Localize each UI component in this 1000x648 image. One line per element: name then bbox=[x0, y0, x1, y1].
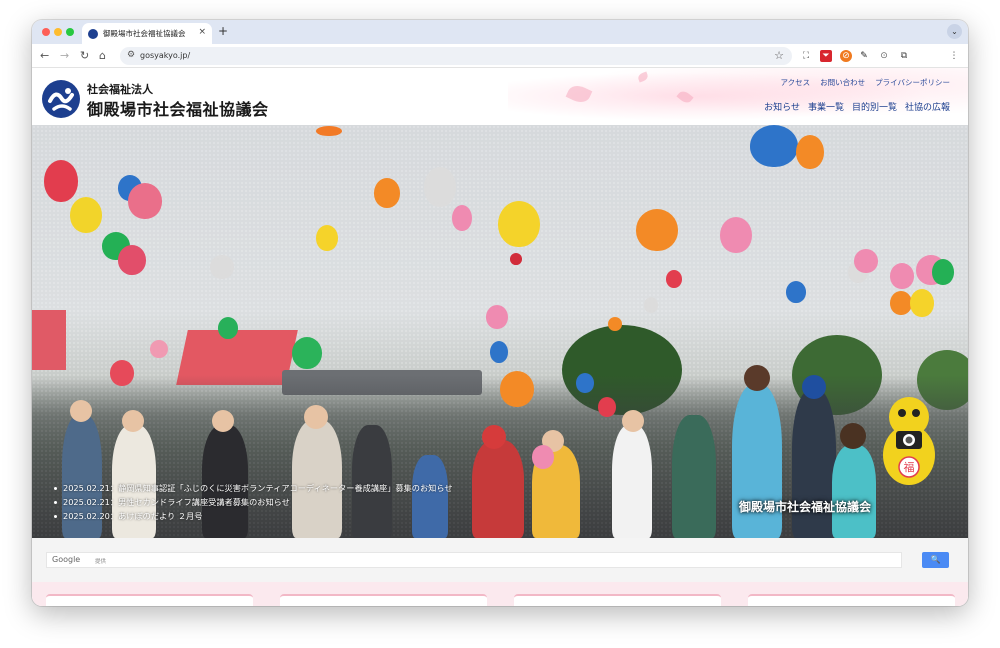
nav-item-news[interactable]: お知らせ bbox=[764, 100, 800, 113]
hero-caption: 御殿場市社会福祉協議会 bbox=[739, 500, 872, 514]
util-link-contact[interactable]: お問い合わせ bbox=[820, 77, 865, 88]
google-label: Google bbox=[52, 555, 81, 564]
pdf-icon[interactable]: ⏷ bbox=[820, 50, 832, 62]
feature-cards bbox=[32, 582, 968, 606]
maximize-window-button[interactable] bbox=[66, 28, 74, 36]
util-link-privacy[interactable]: プライバシーポリシー bbox=[875, 77, 950, 88]
browser-menu-icon[interactable]: ⋮ bbox=[948, 50, 960, 62]
adblock-icon[interactable]: ⊘ bbox=[840, 50, 852, 62]
tab-title: 御殿場市社会福祉協議会 bbox=[103, 29, 186, 38]
mascot-character: 福 bbox=[904, 460, 915, 474]
site-header: 社会福祉法人 御殿場市社会福祉協議会 アクセス お問い合わせ プライバシーポリシ… bbox=[32, 68, 968, 125]
url-text[interactable]: gosyakyo.jp/ bbox=[140, 51, 190, 60]
feature-card[interactable] bbox=[748, 594, 955, 606]
home-button[interactable]: ⌂ bbox=[99, 49, 106, 62]
nav-item-pr[interactable]: 社協の広報 bbox=[905, 100, 950, 113]
web-page: 社会福祉法人 御殿場市社会福祉協議会 アクセス お問い合わせ プライバシーポリシ… bbox=[32, 68, 968, 606]
site-search-bar: Google 提供 🔍 bbox=[32, 538, 968, 582]
hero-image: 2025.02.21：静岡県知事認証「ふじのくに災害ボランティアコーディネーター… bbox=[32, 125, 968, 538]
close-window-button[interactable] bbox=[42, 28, 50, 36]
browser-tab[interactable]: 御殿場市社会福祉協議会 × bbox=[82, 23, 212, 44]
camera-icon[interactable]: ⊙ bbox=[878, 50, 890, 62]
new-tab-button[interactable]: + bbox=[218, 24, 228, 38]
site-favicon-icon bbox=[88, 28, 98, 39]
screen-capture-icon[interactable]: ⛶ bbox=[800, 50, 812, 62]
news-item[interactable]: 2025.02.21：男性セカンドライフ講座受講者募集のお知らせ bbox=[46, 495, 486, 509]
main-navigation: お知らせ 事業一覧 目的別一覧 社協の広報 bbox=[764, 100, 950, 113]
util-link-access[interactable]: アクセス bbox=[781, 77, 811, 88]
address-bar[interactable]: ⚙ gosyakyo.jp/ ☆ bbox=[120, 47, 792, 65]
google-provided-label: 提供 bbox=[95, 559, 107, 565]
browser-window: 御殿場市社会福祉協議会 × + ⌄ ← → ↻ ⌂ ⚙ gosyakyo.jp/… bbox=[32, 20, 968, 606]
utility-links: アクセス お問い合わせ プライバシーポリシー bbox=[781, 77, 950, 88]
pen-icon[interactable]: ✎ bbox=[858, 50, 870, 62]
news-item-text[interactable]: 2025.02.21：静岡県知事認証「ふじのくに災害ボランティアコーディネーター… bbox=[63, 482, 453, 494]
tab-search-button[interactable]: ⌄ bbox=[947, 24, 962, 39]
site-settings-icon[interactable]: ⚙ bbox=[127, 50, 135, 60]
mascot-icon: 福 bbox=[883, 397, 935, 485]
org-type-label: 社会福祉法人 bbox=[87, 83, 153, 96]
tab-close-icon[interactable]: × bbox=[198, 27, 206, 37]
reload-button[interactable]: ↻ bbox=[80, 49, 89, 62]
feature-card[interactable] bbox=[46, 594, 253, 606]
news-ticker: 2025.02.21：静岡県知事認証「ふじのくに災害ボランティアコーディネーター… bbox=[46, 481, 486, 523]
org-logo-icon[interactable] bbox=[40, 79, 82, 119]
news-item-text[interactable]: 2025.02.21：男性セカンドライフ講座受講者募集のお知らせ bbox=[63, 496, 290, 508]
feature-card[interactable] bbox=[514, 594, 721, 606]
nav-item-services[interactable]: 事業一覧 bbox=[808, 100, 844, 113]
search-icon: 🔍 bbox=[930, 555, 941, 564]
browser-toolbar: ← → ↻ ⌂ ⚙ gosyakyo.jp/ ☆ ⛶ ⏷ ⊘ ✎ ⊙ ⧉ ⋮ bbox=[32, 44, 968, 68]
bookmark-star-icon[interactable]: ☆ bbox=[774, 49, 784, 62]
minimize-window-button[interactable] bbox=[54, 28, 62, 36]
news-item-text[interactable]: 2025.02.20：あけぼのだより ２月号 bbox=[63, 510, 202, 522]
news-item[interactable]: 2025.02.20：あけぼのだより ２月号 bbox=[46, 509, 486, 523]
forward-button[interactable]: → bbox=[60, 49, 69, 62]
org-name-title[interactable]: 御殿場市社会福祉協議会 bbox=[87, 96, 269, 120]
puzzle-icon[interactable]: ⧉ bbox=[898, 50, 910, 62]
back-button[interactable]: ← bbox=[40, 49, 49, 62]
tab-strip: 御殿場市社会福祉協議会 × + ⌄ bbox=[32, 20, 968, 44]
search-input[interactable]: Google 提供 bbox=[46, 552, 902, 568]
nav-item-purpose[interactable]: 目的別一覧 bbox=[852, 100, 897, 113]
news-item[interactable]: 2025.02.21：静岡県知事認証「ふじのくに災害ボランティアコーディネーター… bbox=[46, 481, 486, 495]
search-button[interactable]: 🔍 bbox=[922, 552, 949, 568]
feature-card[interactable] bbox=[280, 594, 487, 606]
